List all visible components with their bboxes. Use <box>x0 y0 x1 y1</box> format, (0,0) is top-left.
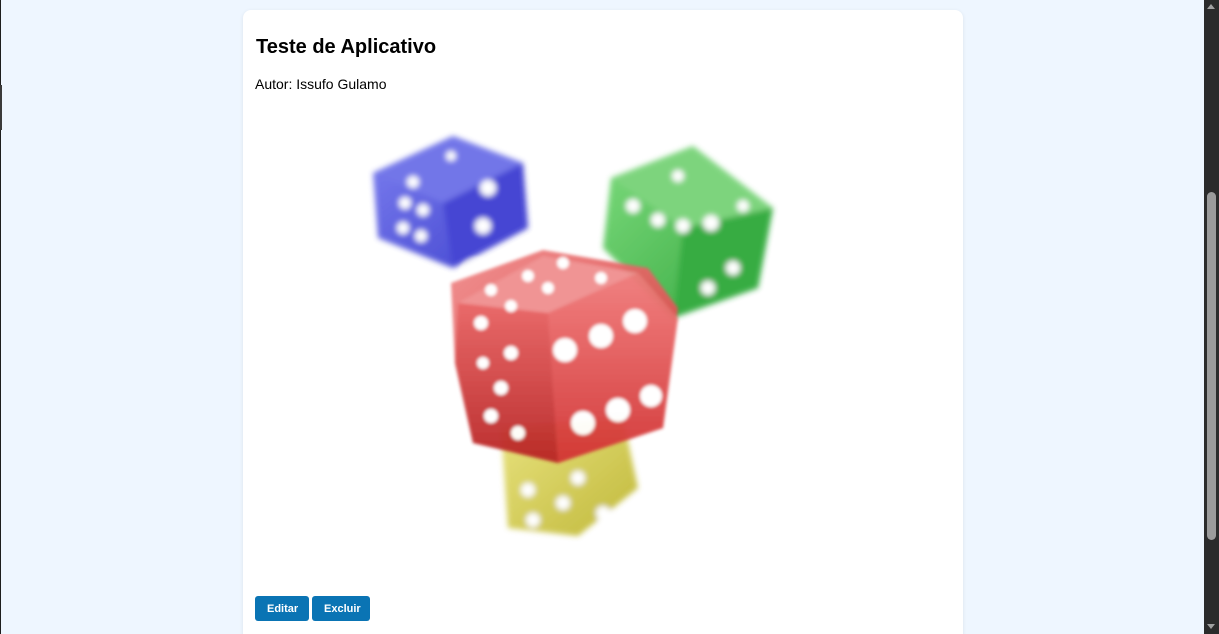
edit-button[interactable]: Editar <box>255 596 309 621</box>
browser-viewport: Teste de Aplicativo Autor: Issufo Gulamo <box>0 0 1219 634</box>
window-edge-marker <box>0 85 2 130</box>
blue-die <box>373 136 528 276</box>
vertical-scrollbar[interactable] <box>1204 0 1219 634</box>
scroll-down-arrow-icon[interactable] <box>1207 624 1215 629</box>
scroll-up-arrow-icon[interactable] <box>1207 4 1215 9</box>
red-die <box>451 250 678 463</box>
card-author: Autor: Issufo Gulamo <box>255 76 387 92</box>
scrollbar-thumb[interactable] <box>1207 192 1216 540</box>
delete-button[interactable]: Excluir <box>312 596 370 621</box>
card-title: Teste de Aplicativo <box>256 36 437 58</box>
app-card: Teste de Aplicativo Autor: Issufo Gulamo <box>243 10 963 634</box>
dice-image <box>373 136 773 536</box>
